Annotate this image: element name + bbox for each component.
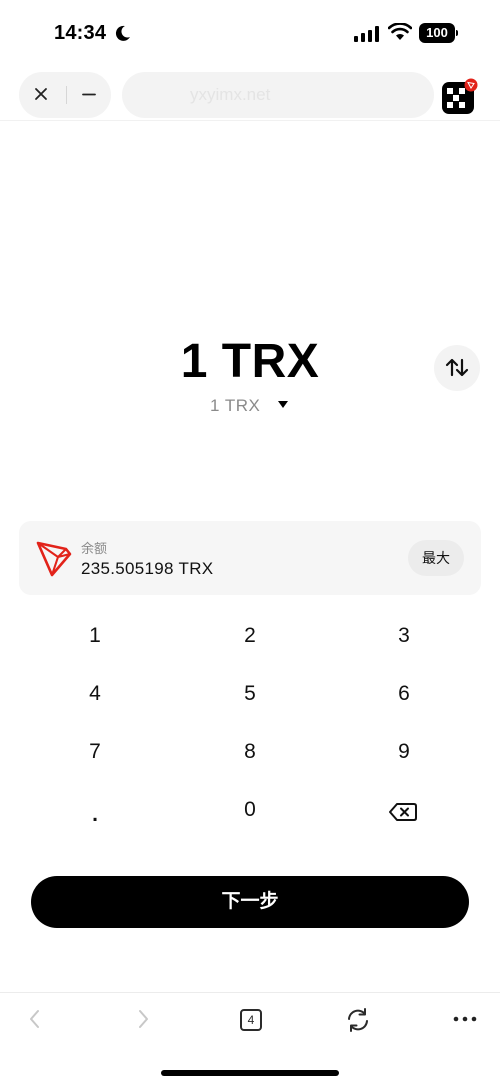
key-6[interactable]: 6 [364, 669, 444, 719]
url-text[interactable]: yxyimx.net [190, 85, 320, 105]
moon-icon [115, 25, 130, 41]
toolbar-divider [0, 992, 500, 993]
key-5[interactable]: 5 [210, 669, 290, 719]
key-0[interactable]: 0 [210, 785, 290, 835]
forward-icon[interactable] [134, 1008, 152, 1030]
wifi-icon [388, 23, 412, 40]
home-indicator [161, 1070, 339, 1076]
okx-logo-icon[interactable] [442, 78, 478, 114]
key-3[interactable]: 3 [364, 611, 444, 661]
next-button[interactable]: 下一步 [31, 876, 469, 928]
balance-value: 235.505198 TRX [81, 559, 214, 578]
battery-level: 100 [419, 23, 455, 43]
tabs-icon[interactable]: 4 [240, 1009, 262, 1031]
key-7[interactable]: 7 [55, 727, 135, 777]
tron-icon [36, 541, 72, 577]
status-bar: 14:34 100 [0, 0, 500, 64]
close-icon[interactable] [26, 84, 56, 106]
refresh-icon[interactable] [345, 1007, 371, 1033]
swap-button[interactable] [434, 345, 480, 391]
key-2[interactable]: 2 [210, 611, 290, 661]
controls-divider [66, 86, 67, 104]
key-dot[interactable]: . [55, 790, 135, 840]
minimize-icon[interactable] [78, 84, 102, 106]
caret-down-icon[interactable] [278, 401, 288, 408]
balance-label: 余额 [81, 541, 108, 556]
key-1[interactable]: 1 [55, 611, 135, 661]
key-8[interactable]: 8 [210, 727, 290, 777]
signal-icon [354, 26, 379, 42]
key-4[interactable]: 4 [55, 669, 135, 719]
top-divider [0, 120, 500, 121]
key-9[interactable]: 9 [364, 727, 444, 777]
status-time: 14:34 [54, 22, 107, 44]
battery-tip [456, 30, 458, 36]
backspace-icon[interactable] [388, 801, 418, 823]
amount-display: 1 TRX [180, 335, 320, 388]
swap-icon [445, 358, 469, 377]
max-button[interactable]: 最大 [408, 540, 464, 576]
more-icon[interactable] [452, 1012, 478, 1026]
amount-unit-selector[interactable]: 1 TRX [210, 396, 260, 416]
back-icon[interactable] [26, 1008, 44, 1030]
